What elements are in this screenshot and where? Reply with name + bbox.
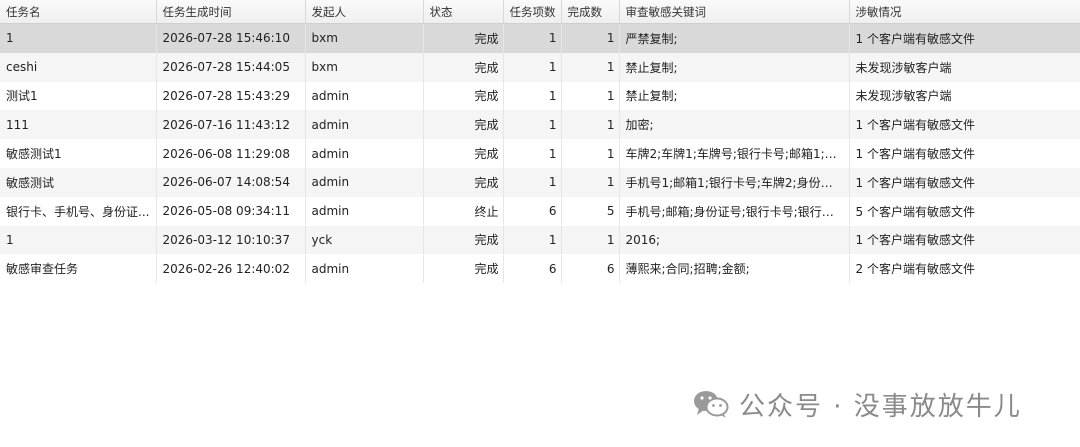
cell-created-time: 2026-03-12 10:10:37 xyxy=(156,225,306,255)
cell-result: 2 个客户端有敏感文件 xyxy=(849,254,1080,284)
cell-initiator: admin xyxy=(305,254,424,284)
cell-status: 完成 xyxy=(423,110,504,140)
cell-status: 终止 xyxy=(423,196,504,226)
cell-done-count: 1 xyxy=(561,23,620,53)
cell-done-count: 1 xyxy=(561,110,620,140)
table-row[interactable]: 1 2026-03-12 10:10:37 yck 完成 1 1 2016; 1… xyxy=(0,225,1080,255)
table-row[interactable]: 1 2026-07-28 15:46:10 bxm 完成 1 1 严禁复制; 1… xyxy=(0,23,1080,53)
cell-status: 完成 xyxy=(423,254,504,284)
cell-keywords: 加密; xyxy=(619,110,850,140)
cell-status: 完成 xyxy=(423,139,504,168)
cell-item-count: 1 xyxy=(503,23,562,53)
cell-initiator: bxm xyxy=(305,23,424,53)
cell-result: 未发现涉敏客户端 xyxy=(849,81,1080,111)
cell-result: 1 个客户端有敏感文件 xyxy=(849,110,1080,140)
cell-task-name: 敏感审查任务 xyxy=(0,254,157,284)
cell-item-count: 6 xyxy=(503,254,562,284)
cell-initiator: yck xyxy=(305,225,424,255)
table-row[interactable]: 银行卡、手机号、身份证... 2026-05-08 09:34:11 admin… xyxy=(0,196,1080,226)
cell-task-name: 银行卡、手机号、身份证... xyxy=(0,196,157,226)
table-row[interactable]: 111 2026-07-16 11:43:12 admin 完成 1 1 加密;… xyxy=(0,110,1080,140)
cell-done-count: 1 xyxy=(561,52,620,82)
cell-item-count: 1 xyxy=(503,225,562,255)
cell-task-name: 敏感测试1 xyxy=(0,139,157,168)
cell-keywords: 禁止复制; xyxy=(619,52,850,82)
cell-keywords: 薄熙来;合同;招聘;金额; xyxy=(619,254,850,284)
cell-item-count: 1 xyxy=(503,110,562,140)
cell-result: 1 个客户端有敏感文件 xyxy=(849,167,1080,197)
table-row[interactable]: ceshi 2026-07-28 15:44:05 bxm 完成 1 1 禁止复… xyxy=(0,52,1080,82)
cell-created-time: 2026-07-28 15:46:10 xyxy=(156,23,306,53)
cell-task-name: 1 xyxy=(0,225,157,255)
column-header-initiator[interactable]: 发起人 xyxy=(305,0,424,24)
cell-item-count: 1 xyxy=(503,167,562,197)
cell-item-count: 1 xyxy=(503,81,562,111)
column-header-keywords[interactable]: 审查敏感关键词 xyxy=(619,0,850,24)
column-header-done-count[interactable]: 完成数 xyxy=(561,0,620,24)
cell-created-time: 2026-06-07 14:08:54 xyxy=(156,167,306,197)
cell-initiator: admin xyxy=(305,110,424,140)
column-header-status[interactable]: 状态 xyxy=(423,0,504,24)
cell-status: 完成 xyxy=(423,225,504,255)
cell-created-time: 2026-06-08 11:29:08 xyxy=(156,139,306,168)
cell-task-name: 敏感测试 xyxy=(0,167,157,197)
cell-status: 完成 xyxy=(423,81,504,111)
cell-result: 1 个客户端有敏感文件 xyxy=(849,23,1080,53)
cell-result: 5 个客户端有敏感文件 xyxy=(849,196,1080,226)
cell-task-name: ceshi xyxy=(0,52,157,82)
cell-item-count: 6 xyxy=(503,196,562,226)
cell-status: 完成 xyxy=(423,167,504,197)
cell-keywords: 2016; xyxy=(619,225,850,255)
cell-keywords: 手机号;邮箱;身份证号;银行卡号;银行卡号... xyxy=(619,196,850,226)
cell-item-count: 1 xyxy=(503,52,562,82)
column-header-task-name[interactable]: 任务名 xyxy=(0,0,157,24)
table-row[interactable]: 敏感审查任务 2026-02-26 12:40:02 admin 完成 6 6 … xyxy=(0,254,1080,284)
cell-created-time: 2026-07-28 15:44:05 xyxy=(156,52,306,82)
cell-done-count: 6 xyxy=(561,254,620,284)
table-row[interactable]: 敏感测试 2026-06-07 14:08:54 admin 完成 1 1 手机… xyxy=(0,167,1080,197)
cell-created-time: 2026-05-08 09:34:11 xyxy=(156,196,306,226)
cell-initiator: admin xyxy=(305,196,424,226)
cell-done-count: 1 xyxy=(561,167,620,197)
table-row[interactable]: 敏感测试1 2026-06-08 11:29:08 admin 完成 1 1 车… xyxy=(0,139,1080,168)
column-header-result[interactable]: 涉敏情况 xyxy=(849,0,1080,24)
cell-item-count: 1 xyxy=(503,139,562,168)
cell-done-count: 5 xyxy=(561,196,620,226)
cell-status: 完成 xyxy=(423,23,504,53)
watermark: 公众号 · 没事放放牛儿 xyxy=(693,386,1022,422)
cell-keywords: 手机号1;邮箱1;银行卡号;车牌2;身份证号1; xyxy=(619,167,850,197)
table-row[interactable]: 测试1 2026-07-28 15:43:29 admin 完成 1 1 禁止复… xyxy=(0,81,1080,111)
cell-keywords: 禁止复制; xyxy=(619,81,850,111)
cell-status: 完成 xyxy=(423,52,504,82)
column-header-item-count[interactable]: 任务项数 xyxy=(503,0,562,24)
cell-result: 未发现涉敏客户端 xyxy=(849,52,1080,82)
cell-created-time: 2026-02-26 12:40:02 xyxy=(156,254,306,284)
cell-initiator: admin xyxy=(305,139,424,168)
cell-task-name: 1 xyxy=(0,23,157,53)
table-header-row: 任务名 任务生成时间 发起人 状态 任务项数 完成数 审查敏感关键词 涉敏情况 xyxy=(0,0,1080,24)
cell-done-count: 1 xyxy=(561,81,620,111)
task-table: 任务名 任务生成时间 发起人 状态 任务项数 完成数 审查敏感关键词 涉敏情况 … xyxy=(0,0,1080,284)
cell-done-count: 1 xyxy=(561,225,620,255)
cell-result: 1 个客户端有敏感文件 xyxy=(849,139,1080,168)
cell-initiator: admin xyxy=(305,81,424,111)
cell-done-count: 1 xyxy=(561,139,620,168)
watermark-text: 公众号 · 没事放放牛儿 xyxy=(739,391,1022,422)
cell-created-time: 2026-07-16 11:43:12 xyxy=(156,110,306,140)
cell-keywords: 严禁复制; xyxy=(619,23,850,53)
column-header-created-time[interactable]: 任务生成时间 xyxy=(156,0,306,24)
cell-keywords: 车牌2;车牌1;车牌号;银行卡号;邮箱1;身份... xyxy=(619,139,850,168)
cell-task-name: 测试1 xyxy=(0,81,157,111)
wechat-icon xyxy=(694,391,729,418)
cell-initiator: admin xyxy=(305,167,424,197)
cell-task-name: 111 xyxy=(0,110,157,140)
cell-created-time: 2026-07-28 15:43:29 xyxy=(156,81,306,111)
cell-initiator: bxm xyxy=(305,52,424,82)
cell-result: 1 个客户端有敏感文件 xyxy=(849,225,1080,255)
